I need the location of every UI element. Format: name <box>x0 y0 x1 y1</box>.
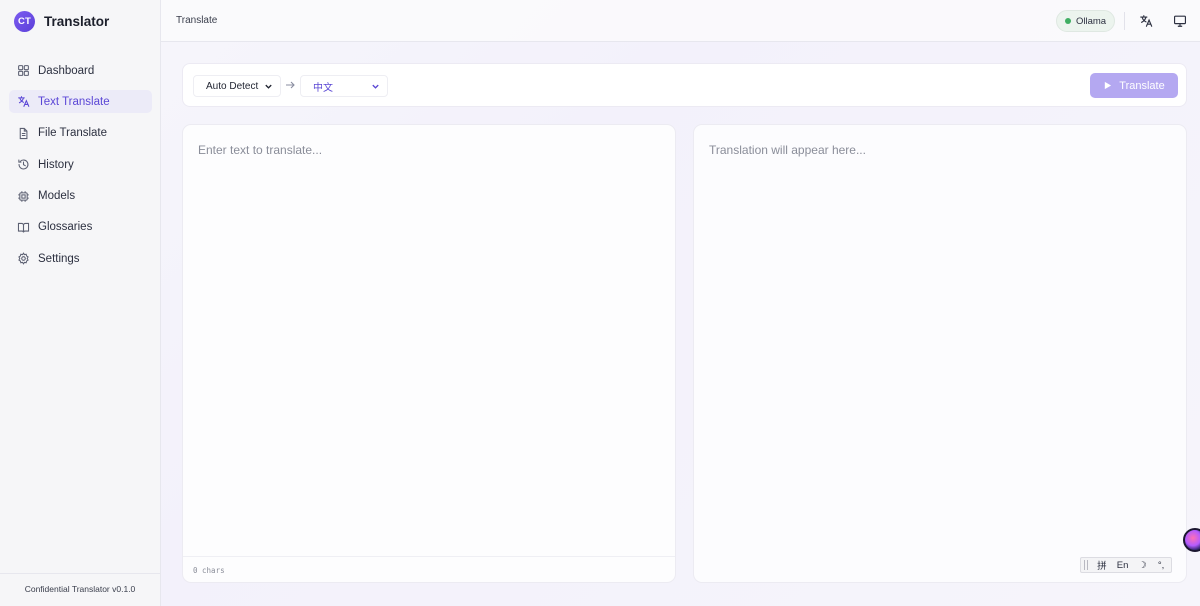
target-language-select[interactable]: 中文 <box>300 75 388 97</box>
ime-punctuation-icon[interactable]: °, <box>1151 560 1171 571</box>
sidebar-item-history[interactable]: History <box>9 153 152 176</box>
file-icon <box>17 127 30 140</box>
app-logo: CT <box>14 11 35 32</box>
sidebar-item-label: Settings <box>38 252 80 265</box>
ime-language-toggle[interactable]: En <box>1112 560 1134 571</box>
sidebar-item-text-translate[interactable]: Text Translate <box>9 90 152 114</box>
brand[interactable]: CT Translator <box>14 11 109 32</box>
sidebar: CT Translator Dashboard Text Translate F… <box>0 0 161 606</box>
target-language-value: 中文 <box>313 82 333 94</box>
sidebar-item-label: Dashboard <box>38 64 95 77</box>
monitor-icon <box>1173 15 1186 27</box>
grid-icon <box>17 64 30 77</box>
source-text-input[interactable] <box>183 125 675 556</box>
topbar: Translate Ollama <box>161 0 1200 42</box>
play-icon <box>1105 81 1112 90</box>
history-icon <box>17 158 30 171</box>
translate-button-label: Translate <box>1119 79 1165 92</box>
translation-output-panel: Translation will appear here... <box>693 124 1187 583</box>
gear-icon <box>17 252 30 266</box>
sidebar-item-label: File Translate <box>38 127 108 140</box>
sidebar-item-glossaries[interactable]: Glossaries <box>9 216 152 239</box>
source-language-value: Auto Detect <box>206 80 259 92</box>
cpu-icon <box>17 190 30 203</box>
model-status-badge[interactable]: Ollama <box>1056 10 1116 32</box>
source-placeholder: Enter text to translate... <box>198 143 323 157</box>
status-dot-icon <box>1065 18 1071 24</box>
ime-drag-handle[interactable] <box>1084 560 1088 570</box>
source-panel-footer: 0 chars <box>183 556 675 582</box>
sidebar-item-label: History <box>38 158 74 171</box>
app-name: Translator <box>44 14 110 29</box>
sidebar-nav: Dashboard Text Translate File Translate … <box>9 59 152 279</box>
ime-halfwidth-icon[interactable]: ☽ <box>1133 560 1151 571</box>
book-icon <box>17 221 30 234</box>
theme-toggle-button[interactable] <box>1171 12 1188 29</box>
chevron-down-icon <box>372 84 379 89</box>
sidebar-item-dashboard[interactable]: Dashboard <box>9 59 152 82</box>
sidebar-item-label: Text Translate <box>38 95 110 108</box>
divider <box>1124 12 1125 30</box>
status-label: Ollama <box>1076 15 1107 27</box>
sidebar-item-models[interactable]: Models <box>9 185 152 208</box>
language-switch-button[interactable] <box>1137 12 1154 29</box>
translate-icon <box>17 95 30 108</box>
translate-button[interactable]: Translate <box>1090 73 1178 98</box>
app-version: Confidential Translator v0.1.0 <box>0 573 160 594</box>
sidebar-item-file-translate[interactable]: File Translate <box>9 122 152 145</box>
source-text-panel: Enter text to translate... 0 chars <box>182 124 676 583</box>
translation-placeholder: Translation will appear here... <box>709 143 866 157</box>
ime-pinyin-toggle[interactable]: 拼 <box>1092 558 1112 572</box>
arrow-right-icon <box>286 81 295 89</box>
breadcrumb: Translate <box>176 15 218 26</box>
language-icon <box>1139 14 1152 27</box>
sidebar-item-settings[interactable]: Settings <box>9 247 152 270</box>
sidebar-item-label: Models <box>38 190 76 203</box>
ime-toolbar[interactable]: 拼 En ☽ °, <box>1080 557 1172 573</box>
language-toolbar: Auto Detect 中文 Translate <box>182 63 1187 107</box>
assistant-bubble-icon[interactable] <box>1183 528 1200 552</box>
sidebar-item-label: Glossaries <box>38 221 93 234</box>
source-language-select[interactable]: Auto Detect <box>193 75 281 97</box>
char-count: 0 chars <box>193 566 225 575</box>
chevron-down-icon <box>265 84 272 89</box>
